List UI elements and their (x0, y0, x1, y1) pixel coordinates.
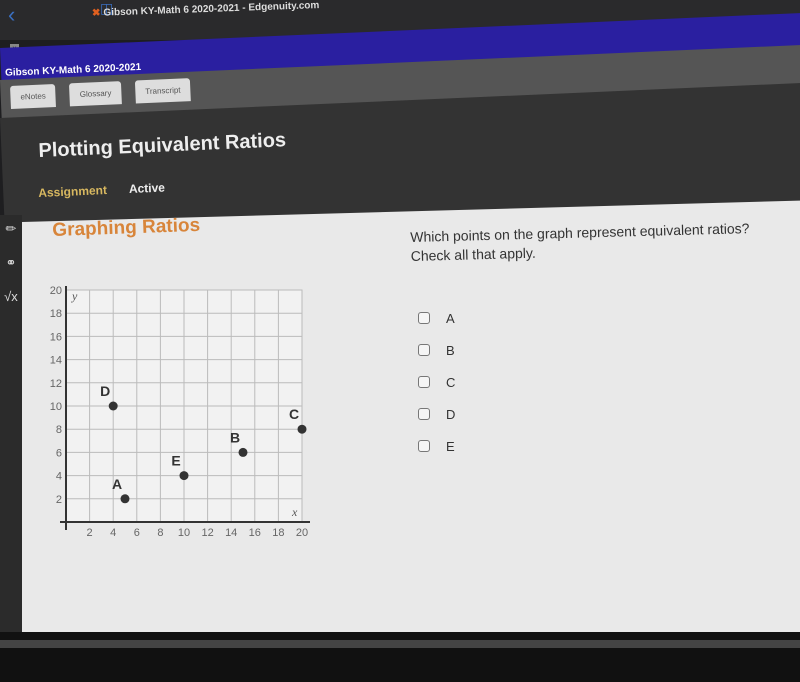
screen-bezel (0, 632, 800, 682)
point-c (297, 424, 307, 434)
checkbox[interactable] (418, 376, 430, 388)
option-a[interactable]: A (418, 302, 455, 334)
tab-glossary[interactable]: Glossary (69, 81, 122, 107)
x-tick-label: 6 (134, 527, 140, 539)
option-e[interactable]: E (418, 430, 455, 462)
point-d (108, 401, 118, 411)
y-tick-label: 8 (56, 424, 62, 436)
tab-title: Gibson KY-Math 6 2020-2021 - Edgenuity.c… (103, 0, 320, 19)
checkbox[interactable] (418, 440, 430, 452)
calculator-icon[interactable]: √x (0, 289, 22, 304)
option-label: C (446, 374, 456, 390)
point-label: E (171, 453, 180, 469)
x-tick-label: 10 (178, 527, 190, 539)
checkbox[interactable] (418, 344, 430, 356)
point-label: A (112, 476, 122, 492)
point-b (238, 447, 248, 457)
checkbox[interactable] (418, 408, 430, 420)
point-label: D (100, 383, 110, 399)
y-tick-label: 14 (50, 355, 62, 367)
checkbox[interactable] (418, 312, 430, 324)
x-axis-label: x (291, 505, 298, 519)
option-label: A (446, 310, 455, 326)
x-tick-label: 2 (87, 527, 93, 539)
point-a (120, 494, 130, 504)
browser-tab[interactable]: ✖ Gibson KY-Math 6 2020-2021 - Edgenuity.… (92, 0, 320, 19)
x-tick-label: 14 (225, 527, 237, 539)
headphones-icon[interactable]: ⚭ (0, 255, 22, 271)
y-tick-label: 4 (56, 471, 62, 483)
x-tick-label: 4 (110, 527, 116, 539)
y-tick-label: 10 (50, 401, 62, 413)
x-tick-label: 18 (272, 527, 284, 539)
status-badge: Active (128, 180, 166, 197)
point-label: B (230, 429, 240, 445)
x-tick-label: 20 (296, 527, 308, 539)
lesson-type: Assignment (38, 183, 108, 200)
y-tick-label: 2 (56, 494, 62, 506)
x-tick-label: 8 (157, 527, 163, 539)
tab-transcript[interactable]: Transcript (134, 78, 192, 104)
option-d[interactable]: D (418, 398, 455, 430)
y-axis-label: y (71, 289, 78, 303)
y-tick-label: 16 (50, 331, 62, 343)
graph: 2 4 6 8 10 12 14 16 18 20 2 4 6 8 10 12 14 16 18 20 x y A B C D E (50, 285, 310, 539)
y-tick-label: 18 (50, 308, 62, 320)
option-label: E (446, 438, 455, 454)
point-label: C (289, 406, 299, 422)
pencil-icon[interactable]: ✏ (0, 221, 22, 237)
option-label: B (446, 342, 455, 358)
y-tick-label: 20 (50, 285, 62, 297)
option-b[interactable]: B (418, 334, 455, 366)
back-icon[interactable]: ‹ (8, 2, 15, 28)
toolbar: ✏ ⚭ √x (0, 215, 22, 635)
x-tick-label: 16 (249, 527, 261, 539)
y-tick-label: 12 (50, 378, 62, 390)
option-c[interactable]: C (418, 366, 455, 398)
option-label: D (446, 406, 456, 422)
edgenuity-icon: ✖ (91, 7, 101, 19)
point-e (179, 471, 189, 481)
tab-enotes[interactable]: eNotes (10, 84, 57, 109)
x-tick-label: 12 (201, 527, 213, 539)
y-tick-label: 6 (56, 447, 62, 459)
